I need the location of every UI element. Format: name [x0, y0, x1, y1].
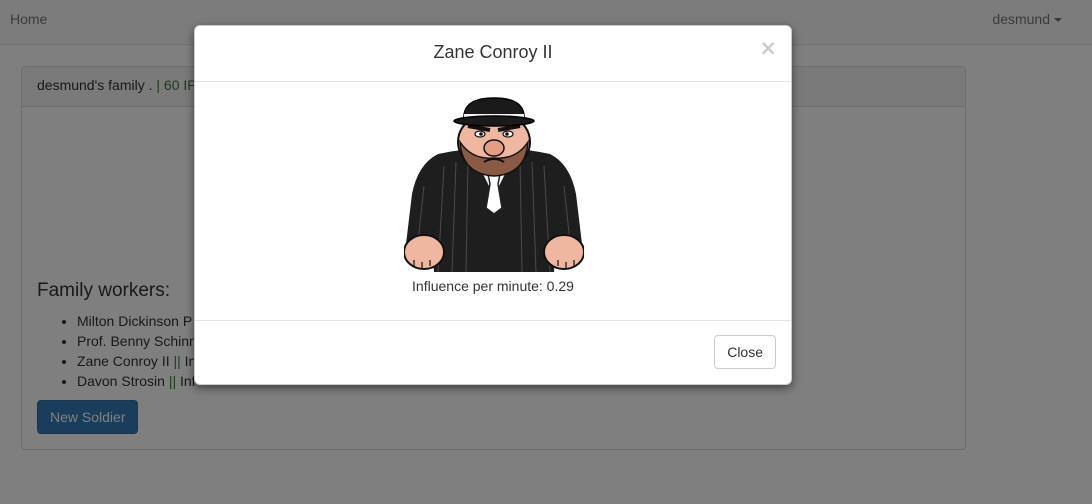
- modal-body: Influence per minute: 0.29: [195, 82, 791, 321]
- modal-title: Zane Conroy II: [433, 42, 553, 62]
- modal-header: Zane Conroy II ×: [195, 26, 791, 82]
- close-button[interactable]: Close: [714, 335, 776, 369]
- close-icon[interactable]: ×: [759, 38, 777, 59]
- worker-modal: Zane Conroy II × Influence per minute: 0…: [194, 25, 792, 385]
- influence-text: Influence per minute: 0.29: [412, 278, 574, 294]
- mobster-portrait-icon: [404, 97, 584, 273]
